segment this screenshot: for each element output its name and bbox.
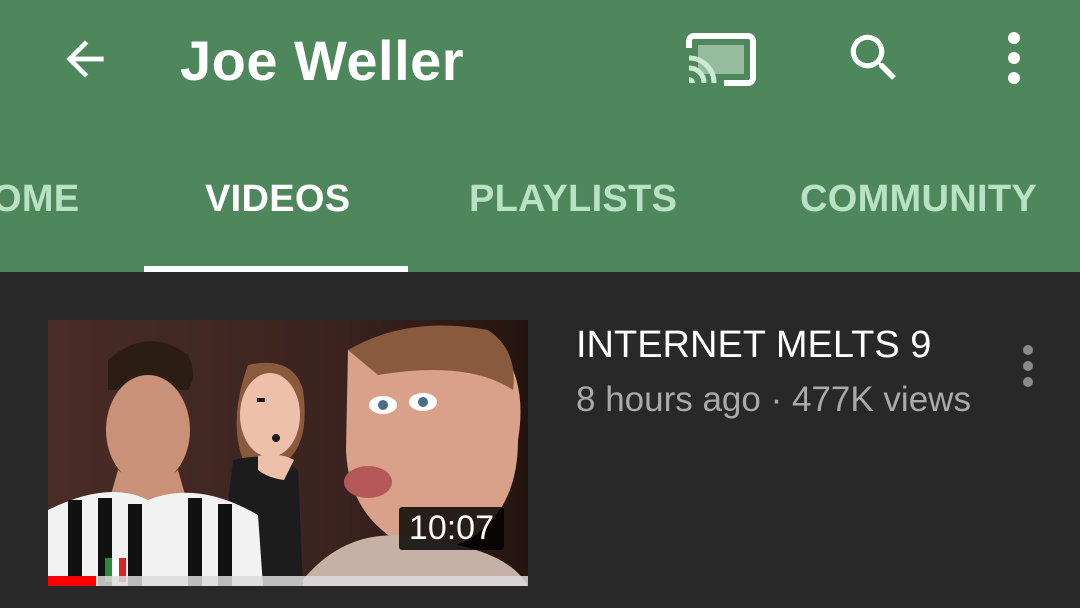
tab-community[interactable]: COMMUNITY bbox=[800, 178, 1037, 272]
watch-progress-track bbox=[48, 576, 528, 586]
app-bar: Joe Weller OME VIDEOS PLAYLISTS COMMUNIT… bbox=[0, 0, 1080, 272]
video-metadata: 8 hours ago · 477K views bbox=[576, 380, 971, 419]
video-action-menu-button[interactable] bbox=[1010, 338, 1046, 394]
video-duration: 10:07 bbox=[398, 507, 504, 550]
more-vert-icon bbox=[1008, 32, 1020, 84]
more-options-button[interactable] bbox=[990, 22, 1038, 94]
tab-videos[interactable]: VIDEOS bbox=[205, 178, 350, 272]
search-button[interactable] bbox=[838, 22, 910, 94]
back-arrow-icon bbox=[66, 40, 104, 78]
tab-home[interactable]: OME bbox=[0, 178, 79, 272]
cast-button[interactable] bbox=[680, 22, 760, 94]
video-title[interactable]: INTERNET MELTS 9 bbox=[576, 324, 931, 367]
channel-title: Joe Weller bbox=[180, 29, 465, 92]
cast-icon bbox=[686, 33, 756, 86]
more-vert-icon bbox=[1023, 345, 1033, 387]
watch-progress-fill bbox=[48, 576, 96, 586]
search-icon bbox=[850, 34, 896, 80]
back-button[interactable] bbox=[50, 24, 120, 94]
video-thumbnail[interactable]: 10:07 bbox=[48, 320, 528, 586]
video-list-item[interactable]: 10:07 INTERNET MELTS 9 8 hours ago · 477… bbox=[0, 272, 1080, 608]
tab-playlists[interactable]: PLAYLISTS bbox=[469, 178, 677, 272]
